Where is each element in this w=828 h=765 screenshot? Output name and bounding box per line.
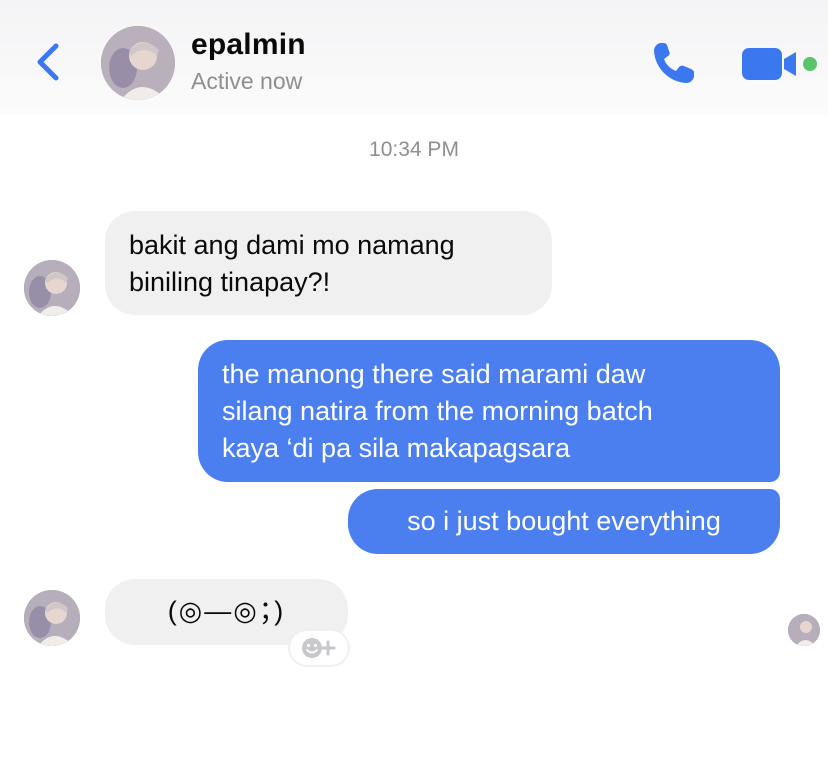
message-line: (◎—◎；): [167, 596, 286, 626]
profile-photo-icon: [24, 260, 80, 316]
message-line: silang natira from the morning batch: [222, 396, 653, 426]
profile-photo-icon: [24, 590, 80, 646]
video-camera-icon: [742, 48, 817, 80]
contact-name[interactable]: epalmin: [191, 28, 306, 62]
active-status: Active now: [191, 68, 303, 94]
message-line: kaya ‘di pa sila makapagsara: [222, 433, 571, 463]
message-line: so i just bought everything: [407, 506, 721, 536]
seen-avatar-icon: [788, 614, 820, 646]
sender-avatar[interactable]: [24, 260, 80, 316]
add-reaction-icon: [302, 638, 336, 658]
voice-call-button[interactable]: [649, 38, 699, 88]
contact-avatar[interactable]: [101, 26, 175, 100]
message-line: bakit ang dami mo namang: [129, 230, 455, 260]
message-line: biniling tinapay?!: [129, 267, 331, 297]
message-timestamp: 10:34 PM: [369, 138, 459, 161]
online-presence-dot: [803, 57, 817, 71]
add-reaction-button[interactable]: [290, 631, 348, 665]
message-line: the manong there said marami daw: [222, 359, 646, 389]
phone-icon: [654, 43, 694, 83]
incoming-message-bubble[interactable]: bakit ang dami mo namang biniling tinapa…: [105, 211, 552, 315]
outgoing-message-bubble[interactable]: the manong there said marami daw silang …: [198, 340, 780, 482]
outgoing-message-bubble[interactable]: so i just bought everything: [348, 489, 780, 554]
back-button[interactable]: [32, 40, 66, 84]
chat-header: epalmin Active now: [0, 0, 828, 114]
video-call-button[interactable]: [740, 44, 820, 84]
chevron-left-icon: [37, 43, 59, 81]
sender-avatar[interactable]: [24, 590, 80, 646]
profile-photo-icon: [101, 26, 175, 100]
